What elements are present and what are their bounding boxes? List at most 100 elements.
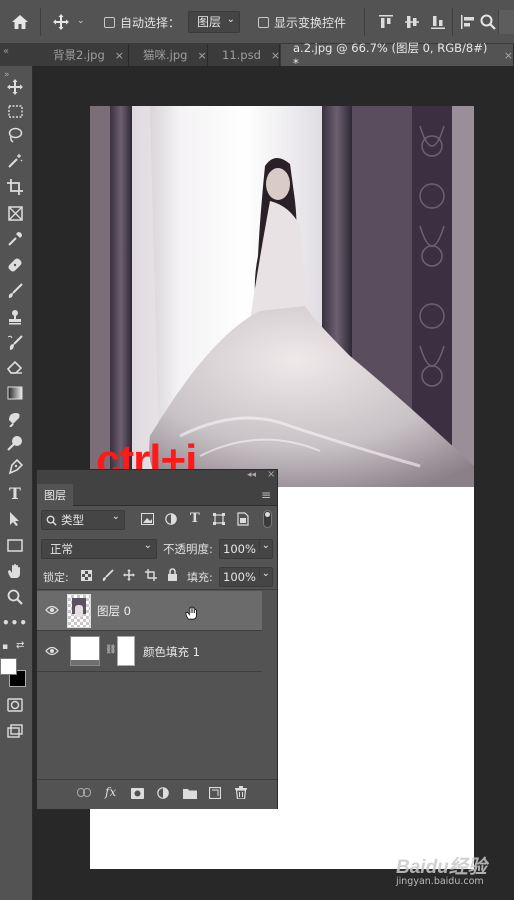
opacity-field[interactable]: 100% ⌄ xyxy=(219,539,273,559)
foreground-color-swatch[interactable] xyxy=(0,658,17,675)
zoom-tool-icon[interactable] xyxy=(0,586,30,608)
watermark-url: jingyan.baidu.com xyxy=(396,876,484,887)
pixel-filter-icon[interactable] xyxy=(141,513,154,525)
auto-select-checkbox[interactable] xyxy=(104,17,115,28)
divider xyxy=(37,589,277,590)
align-vertical-center-icon[interactable] xyxy=(404,14,420,30)
new-layer-icon[interactable] xyxy=(209,787,221,799)
marquee-tool-icon[interactable] xyxy=(0,100,30,122)
divider xyxy=(452,8,453,36)
crop-tool-icon[interactable] xyxy=(0,176,30,198)
gradient-tool-icon[interactable] xyxy=(0,382,30,404)
lock-all-icon[interactable] xyxy=(167,568,178,581)
layer-mask-thumbnail xyxy=(117,636,135,666)
tab-active-document[interactable]: a.2.jpg @ 66.7% (图层 0, RGB/8#) * × xyxy=(281,41,514,70)
layer-row-color-fill[interactable]: ⛓ 颜色填充 1 xyxy=(37,632,262,672)
close-icon[interactable]: × xyxy=(267,469,275,480)
tab-label: 猫咪.jpg xyxy=(143,48,188,62)
eyedropper-tool-icon[interactable] xyxy=(0,228,30,250)
blur-tool-icon[interactable] xyxy=(0,408,30,430)
tab-background2[interactable]: 背景2.jpg × xyxy=(39,44,129,66)
chevron-down-icon[interactable]: ⌄ xyxy=(77,16,85,26)
blend-mode-value: 正常 xyxy=(50,542,73,556)
panel-menu-icon[interactable]: ≡ xyxy=(261,488,271,502)
type-filter-icon[interactable]: T xyxy=(190,511,200,526)
hand-tool-icon[interactable] xyxy=(0,560,30,582)
add-mask-icon[interactable] xyxy=(131,788,144,799)
home-icon[interactable] xyxy=(10,12,30,32)
more-tools-icon[interactable]: ••• xyxy=(0,612,30,634)
healing-brush-tool-icon[interactable] xyxy=(0,254,30,276)
chevron-down-icon: ⌄ xyxy=(226,14,235,25)
show-transform-checkbox[interactable] xyxy=(258,17,269,28)
brush-tool-icon[interactable] xyxy=(0,280,30,302)
magic-wand-tool-icon[interactable] xyxy=(0,150,30,172)
fx-icon[interactable]: fx xyxy=(105,785,116,799)
fill-label: 填充: xyxy=(187,571,213,584)
lasso-tool-icon[interactable] xyxy=(0,124,30,146)
lock-artboard-icon[interactable] xyxy=(145,569,157,581)
history-brush-tool-icon[interactable] xyxy=(0,332,30,354)
link-icon[interactable]: ⛓ xyxy=(105,645,116,655)
eye-icon[interactable] xyxy=(45,645,59,659)
clone-stamp-tool-icon[interactable] xyxy=(0,306,30,328)
move-tool-icon[interactable] xyxy=(0,76,30,98)
fill-value: 100% xyxy=(223,570,256,584)
close-icon[interactable]: × xyxy=(504,49,513,62)
panel-header-bar: ◂◂ × xyxy=(37,469,277,484)
move-tool-icon[interactable] xyxy=(52,13,70,31)
tab-label: 11.psd xyxy=(222,48,261,62)
auto-select-label: 自动选择： xyxy=(120,16,181,30)
tab-11psd[interactable]: 11.psd × xyxy=(208,44,280,66)
close-icon[interactable]: × xyxy=(197,49,206,62)
pen-tool-icon[interactable] xyxy=(0,456,30,478)
chevron-down-icon: ⌄ xyxy=(111,511,120,522)
align-top-icon[interactable] xyxy=(378,14,394,30)
adjustment-filter-icon[interactable] xyxy=(165,513,177,525)
lock-position-icon[interactable] xyxy=(123,569,135,581)
screen-mode-icon[interactable] xyxy=(0,720,30,742)
path-selection-tool-icon[interactable] xyxy=(0,508,30,530)
opacity-label: 不透明度: xyxy=(163,542,213,556)
tab-cat[interactable]: 猫咪.jpg × xyxy=(129,44,208,66)
delete-layer-icon[interactable] xyxy=(235,786,247,799)
shape-filter-icon[interactable] xyxy=(213,513,225,525)
panel-tab-row: 图层 ≡ xyxy=(37,484,277,506)
smart-object-filter-icon[interactable] xyxy=(237,512,249,526)
dodge-tool-icon[interactable] xyxy=(0,432,30,454)
panel-footer: fx xyxy=(37,779,277,809)
tab-layers[interactable]: 图层 xyxy=(37,484,73,506)
close-icon[interactable]: × xyxy=(271,49,280,62)
eraser-tool-icon[interactable] xyxy=(0,356,30,378)
options-bar: ⌄ 自动选择： 图层 ⌄ 显示变换控件 xyxy=(0,0,514,44)
collapse-arrows-icon[interactable]: « xyxy=(3,46,9,57)
search-icon[interactable] xyxy=(478,12,498,32)
fill-field[interactable]: 100% ⌄ xyxy=(219,567,273,587)
scrollbar[interactable] xyxy=(262,591,277,779)
frame-tool-icon[interactable] xyxy=(0,202,30,224)
quick-mask-icon[interactable] xyxy=(0,694,30,716)
blend-mode-dropdown[interactable]: 正常 ⌄ xyxy=(41,539,157,559)
type-tool-icon[interactable]: T xyxy=(0,482,30,504)
layer-name: 颜色填充 1 xyxy=(143,645,200,659)
adjustment-layer-icon[interactable] xyxy=(157,787,169,799)
layer-thumbnail xyxy=(67,594,91,628)
eye-icon[interactable] xyxy=(45,604,59,618)
opacity-value: 100% xyxy=(223,542,256,556)
default-colors-icon[interactable]: ▪ xyxy=(2,642,8,652)
rectangle-tool-icon[interactable] xyxy=(0,534,30,556)
filter-toggle[interactable] xyxy=(263,510,272,528)
collapse-arrows-icon[interactable]: ◂◂ xyxy=(247,470,256,480)
close-icon[interactable]: × xyxy=(115,49,124,62)
workspace-button[interactable] xyxy=(498,10,514,34)
auto-select-target-dropdown[interactable]: 图层 ⌄ xyxy=(188,11,240,33)
filter-kind-dropdown[interactable]: 类型 ⌄ xyxy=(41,510,125,530)
layer-row-layer0[interactable]: 图层 0 xyxy=(37,591,262,631)
new-group-icon[interactable] xyxy=(183,788,197,799)
link-layers-icon[interactable] xyxy=(77,788,91,797)
align-left-icon[interactable] xyxy=(460,14,476,30)
swap-colors-icon[interactable]: ⇄ xyxy=(16,640,24,651)
lock-transparent-pixels-icon[interactable] xyxy=(81,570,92,581)
lock-image-pixels-icon[interactable] xyxy=(102,569,114,581)
align-bottom-icon[interactable] xyxy=(430,14,446,30)
